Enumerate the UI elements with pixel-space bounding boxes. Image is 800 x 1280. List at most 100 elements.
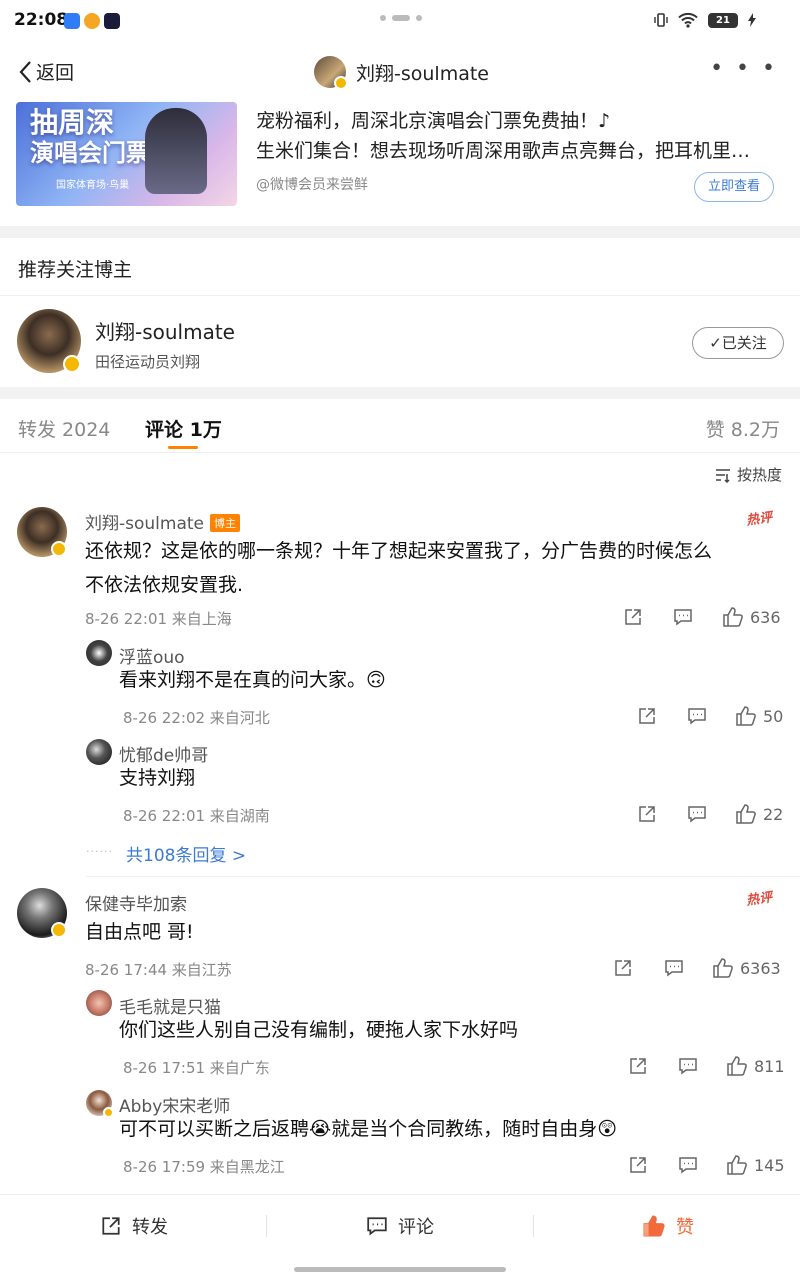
- share-button[interactable]: [637, 804, 657, 824]
- comment-icon: [674, 609, 692, 626]
- thumbs-up-icon: [727, 1056, 747, 1076]
- recommend-header: 推荐关注博主: [0, 238, 800, 296]
- more-replies-dots: ······: [86, 845, 113, 858]
- weibo-notification-icon: [84, 13, 100, 29]
- reply-button[interactable]: [678, 1056, 698, 1076]
- charging-icon: [748, 13, 756, 27]
- author-tag: 博主: [210, 514, 240, 532]
- reply-button[interactable]: [687, 706, 707, 726]
- tab-repost[interactable]: 转发 2024: [18, 415, 110, 442]
- tab-bar: 转发 2024 评论 1万 赞 8.2万: [0, 401, 800, 453]
- like-count: 145: [754, 1155, 785, 1175]
- section-divider: [0, 226, 800, 238]
- ad-description: 生米们集合！想去现场听周深用歌声点亮舞台，把耳机里…: [256, 140, 751, 162]
- like-count: 6363: [740, 958, 781, 978]
- recommended-user-card[interactable]: 刘翔-soulmate 田径运动员刘翔 ✓已关注: [0, 297, 800, 387]
- home-indicator[interactable]: [294, 1267, 506, 1272]
- sort-button[interactable]: 按热度: [715, 464, 782, 485]
- like-button[interactable]: 6363: [712, 957, 781, 979]
- comment-text: 自由点吧 哥!: [85, 921, 194, 943]
- avatar[interactable]: [86, 739, 112, 765]
- share-button[interactable]: [613, 958, 633, 978]
- verified-badge-icon: [334, 76, 348, 90]
- comment-author[interactable]: 保健寺毕加索: [85, 890, 187, 915]
- like-button[interactable]: 636: [722, 606, 781, 628]
- ad-image: 抽周深 演唱会门票 国家体育场·鸟巢: [16, 102, 237, 206]
- like-button[interactable]: 赞: [642, 1213, 694, 1239]
- reply-button[interactable]: [678, 1155, 698, 1175]
- reply-text: 支持刘翔: [119, 767, 196, 789]
- reply-meta: 8-26 17:51 来自广东: [123, 1059, 270, 1077]
- recommend-title: 推荐关注博主: [18, 259, 133, 281]
- avatar[interactable]: [86, 1090, 114, 1118]
- reply-meta: 8-26 17:59 来自黑龙江: [123, 1158, 285, 1176]
- like-button[interactable]: 50: [735, 705, 783, 727]
- repost-button[interactable]: 转发: [100, 1213, 168, 1239]
- comment-icon: [688, 806, 706, 823]
- comment-icon: [367, 1217, 387, 1236]
- reply-text: 看来刘翔不是在真的问大家。🙃: [119, 669, 386, 691]
- like-count: 50: [763, 706, 784, 726]
- back-label: 返回: [36, 62, 75, 84]
- share-icon: [639, 708, 655, 724]
- back-button[interactable]: 返回: [18, 58, 74, 85]
- comment-author[interactable]: 刘翔-soulmate 博主: [85, 509, 240, 534]
- divider: [533, 1215, 534, 1237]
- followed-button[interactable]: ✓已关注: [692, 327, 784, 359]
- wifi-icon: [678, 12, 698, 28]
- share-button[interactable]: [637, 706, 657, 726]
- reply-button[interactable]: [664, 958, 684, 978]
- status-time: 22:08: [14, 10, 69, 30]
- tab-comment[interactable]: 评论 1万: [145, 415, 222, 442]
- like-button[interactable]: 22: [735, 803, 783, 825]
- nav-user[interactable]: 刘翔-soulmate: [314, 56, 489, 90]
- like-button[interactable]: 811: [726, 1055, 785, 1077]
- app-notification-icon: [64, 13, 80, 29]
- share-button[interactable]: [628, 1056, 648, 1076]
- thumbs-up-filled-icon: [643, 1215, 665, 1237]
- like-count: 22: [763, 804, 784, 824]
- more-replies-link[interactable]: 共108条回复 >: [126, 841, 246, 866]
- divider: [266, 1215, 267, 1237]
- status-bar: 22:08 21: [0, 0, 800, 44]
- reply-text: 你们这些人别自己没有编制，硬拖人家下水好吗: [119, 1019, 519, 1041]
- ad-image-title: 抽周深 演唱会门票: [30, 106, 150, 168]
- tab-like[interactable]: 赞 8.2万: [706, 415, 780, 442]
- recommended-user-name[interactable]: 刘翔-soulmate: [95, 316, 235, 345]
- share-button[interactable]: [623, 607, 643, 627]
- avatar[interactable]: [86, 990, 112, 1016]
- comment-icon: [679, 1058, 697, 1075]
- comment-meta: 8-26 17:44 来自江苏: [85, 961, 232, 979]
- ad-image-subtitle: 国家体育场·鸟巢: [56, 180, 130, 191]
- ad-source: @微博会员来尝鲜: [256, 177, 368, 193]
- bottom-action-bar: 转发 评论 赞: [0, 1194, 800, 1280]
- ad-view-button[interactable]: 立即查看: [694, 172, 774, 202]
- comment-divider: [86, 876, 800, 877]
- avatar[interactable]: [17, 888, 67, 938]
- status-icons: 21: [654, 12, 756, 28]
- vibrate-icon: [654, 13, 668, 27]
- verified-badge-icon: [51, 541, 67, 557]
- more-options-button[interactable]: • • •: [710, 58, 778, 80]
- check-icon: ✓: [709, 334, 722, 352]
- share-icon: [630, 1157, 646, 1173]
- comment-icon: [665, 960, 683, 977]
- avatar[interactable]: [17, 507, 67, 557]
- page-title: 刘翔-soulmate: [356, 62, 489, 85]
- recommended-user-desc: 田径运动员刘翔: [95, 353, 201, 371]
- reply-button[interactable]: [687, 804, 707, 824]
- avatar[interactable]: [17, 309, 81, 373]
- like-button[interactable]: 145: [726, 1154, 785, 1176]
- reply-meta: 8-26 22:02 来自河北: [123, 709, 270, 727]
- comment-icon: [688, 708, 706, 725]
- verified-badge-icon: [103, 1107, 114, 1118]
- ad-image-person: [145, 108, 207, 194]
- comment-button[interactable]: 评论: [366, 1213, 434, 1239]
- multitask-indicator: [380, 15, 422, 21]
- reply-text: 可不可以买断之后返聘😭就是当个合同教练，随时自由身😲: [119, 1118, 618, 1140]
- share-button[interactable]: [628, 1155, 648, 1175]
- ad-card[interactable]: 抽周深 演唱会门票 国家体育场·鸟巢 宠粉福利，周深北京演唱会门票免费抽！♪ 生…: [0, 102, 800, 226]
- thumbs-up-icon: [723, 607, 743, 627]
- avatar[interactable]: [86, 640, 112, 666]
- reply-button[interactable]: [673, 607, 693, 627]
